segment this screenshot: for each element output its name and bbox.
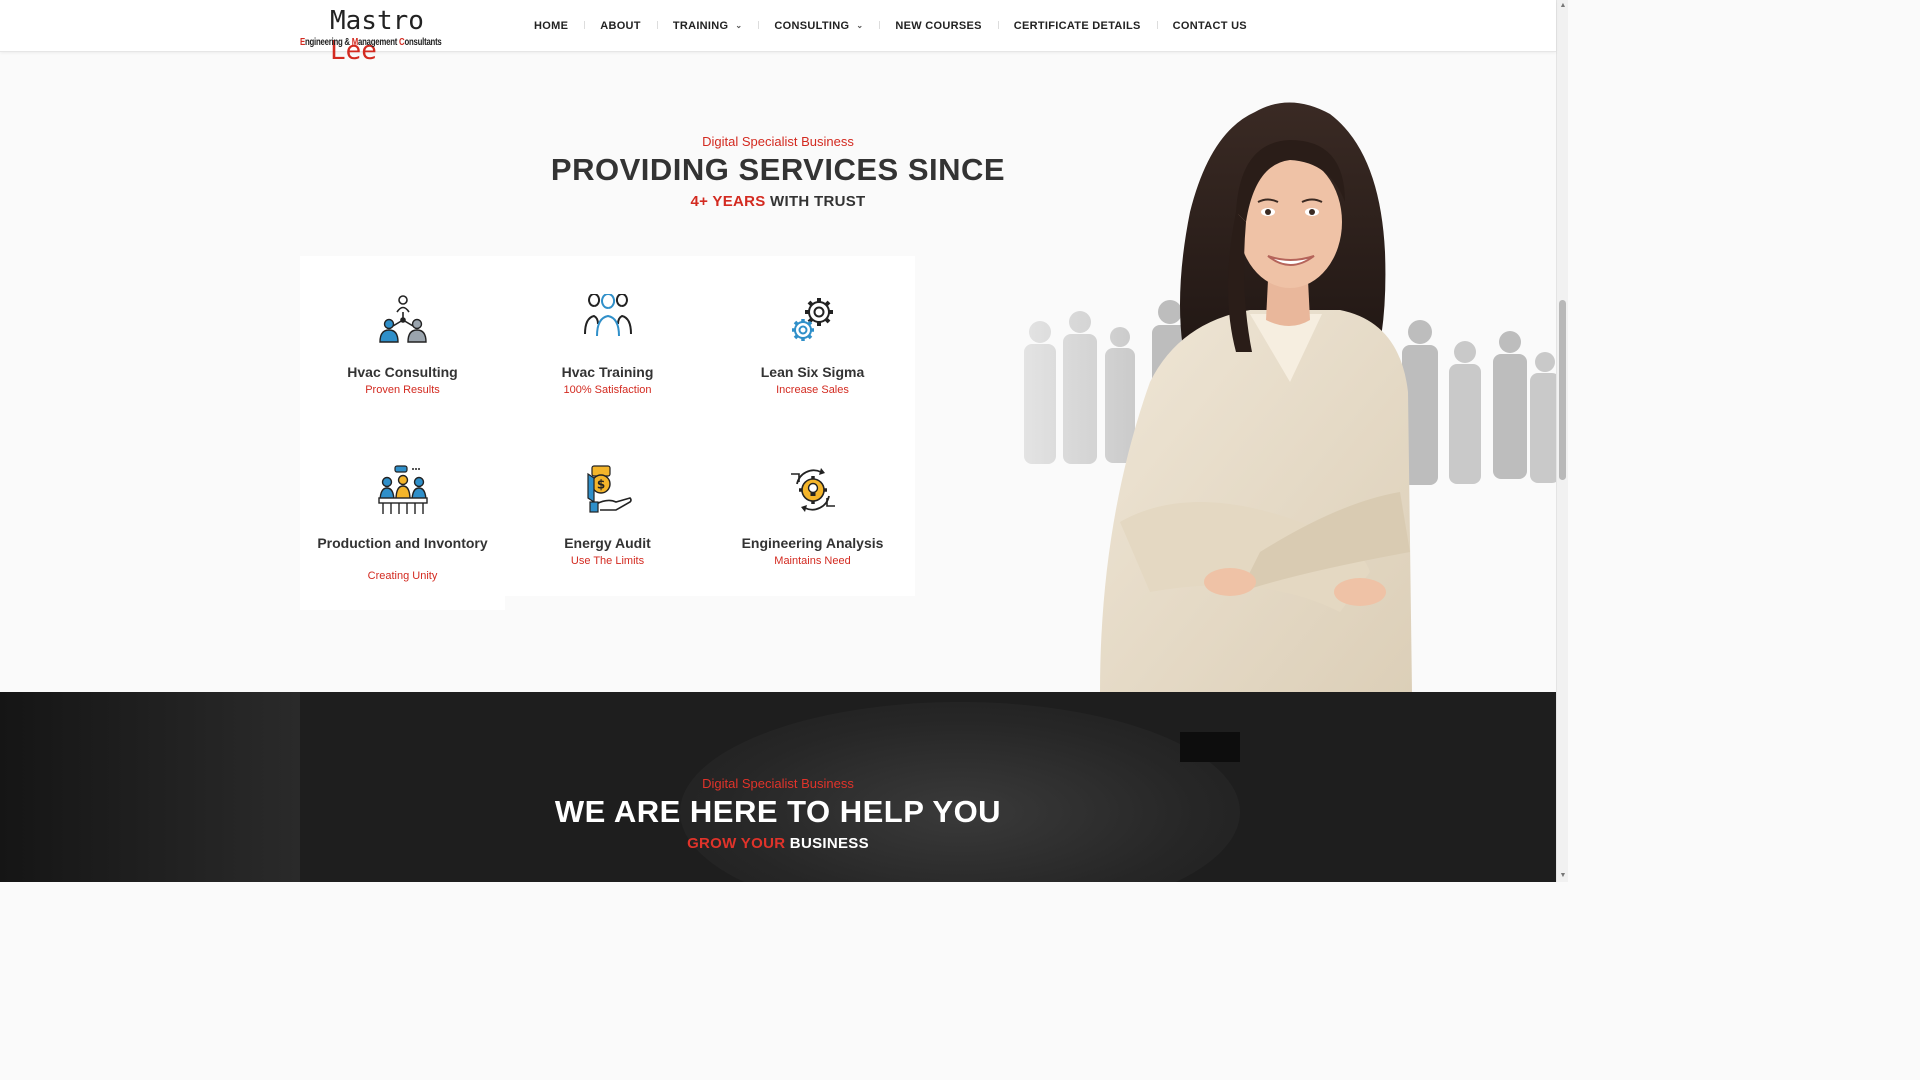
help-section: Digital Specialist Business WE ARE HERE … (0, 692, 1556, 882)
site-logo[interactable]: Mastro Lee Engineering & Management Cons… (300, 6, 450, 66)
service-card[interactable]: Hvac Training 100% Satisfaction (505, 256, 710, 426)
help-kicker: Digital Specialist Business (702, 776, 854, 791)
help-title: WE ARE HERE TO HELP YOU (554, 794, 1002, 829)
site-header: Mastro Lee Engineering & Management Cons… (0, 0, 1556, 66)
service-title: Hvac Training (561, 364, 654, 380)
logo-letter-m: M (330, 6, 346, 36)
service-subtitle: Maintains Need (774, 555, 851, 567)
service-subtitle: Proven Results (365, 384, 440, 396)
idea-gear-icon (791, 468, 835, 512)
service-card[interactable]: Hvac Consulting Proven Results (300, 256, 505, 426)
businesswoman-image (1100, 102, 1412, 692)
group-people-icon (584, 294, 632, 337)
nav-contact-us[interactable]: CONTACT US (1156, 0, 1263, 52)
help-background-shape (1180, 732, 1240, 762)
help-subtitle: GROW YOUR BUSINESS (687, 835, 869, 852)
service-card[interactable]: Engineering Analysis Maintains Need (710, 426, 915, 596)
service-subtitle: 100% Satisfaction (563, 384, 652, 396)
service-title: Energy Audit (564, 535, 651, 551)
service-card[interactable]: Production and Invontory Creating Unity (300, 426, 505, 610)
service-card[interactable]: $ Energy Audit Use The Limits (505, 426, 710, 596)
service-subtitle: Increase Sales (776, 384, 849, 396)
service-subtitle: Creating Unity (367, 570, 438, 582)
nav-consulting[interactable]: CONSULTING ⌄ (758, 0, 879, 52)
service-subtitle: Use The Limits (570, 555, 645, 567)
nav-training[interactable]: TRAINING ⌄ (656, 0, 759, 52)
nav-certificate-details[interactable]: CERTIFICATE DETAILS (997, 0, 1157, 52)
nav-new-courses[interactable]: NEW COURSES (879, 0, 997, 52)
service-title: Hvac Consulting (347, 364, 458, 380)
logo-name-rest: astro (345, 6, 424, 36)
logo-wordmark: Mastro Lee (330, 6, 450, 66)
service-card[interactable]: Lean Six Sigma Increase Sales (710, 256, 915, 426)
scroll-down-arrow-icon[interactable]: ▼ (1559, 872, 1567, 880)
meeting-icon (378, 465, 428, 514)
scrollbar-thumb[interactable] (1559, 300, 1566, 480)
chevron-down-icon: ⌄ (735, 20, 743, 30)
main-nav: HOME ABOUT TRAINING ⌄ CONSULTING ⌄ NEW COU… (518, 0, 1263, 52)
gears-icon (792, 298, 833, 341)
team-network-icon (379, 295, 427, 343)
service-title: Production and Invontory (317, 535, 488, 551)
page-scrollbar[interactable]: ▲ ▼ (1556, 0, 1568, 882)
svg-text:$: $ (597, 478, 605, 492)
nav-about[interactable]: ABOUT (584, 0, 657, 52)
logo-tagline: Engineering & Management Consultants (300, 37, 442, 48)
service-title: Lean Six Sigma (760, 364, 865, 380)
service-title: Engineering Analysis (741, 535, 884, 551)
money-hand-icon: $ (587, 465, 632, 513)
scroll-up-arrow-icon[interactable]: ▲ (1559, 2, 1567, 10)
chevron-down-icon: ⌄ (856, 20, 864, 30)
help-background-shape (680, 702, 1240, 882)
nav-home[interactable]: HOME (518, 0, 584, 52)
